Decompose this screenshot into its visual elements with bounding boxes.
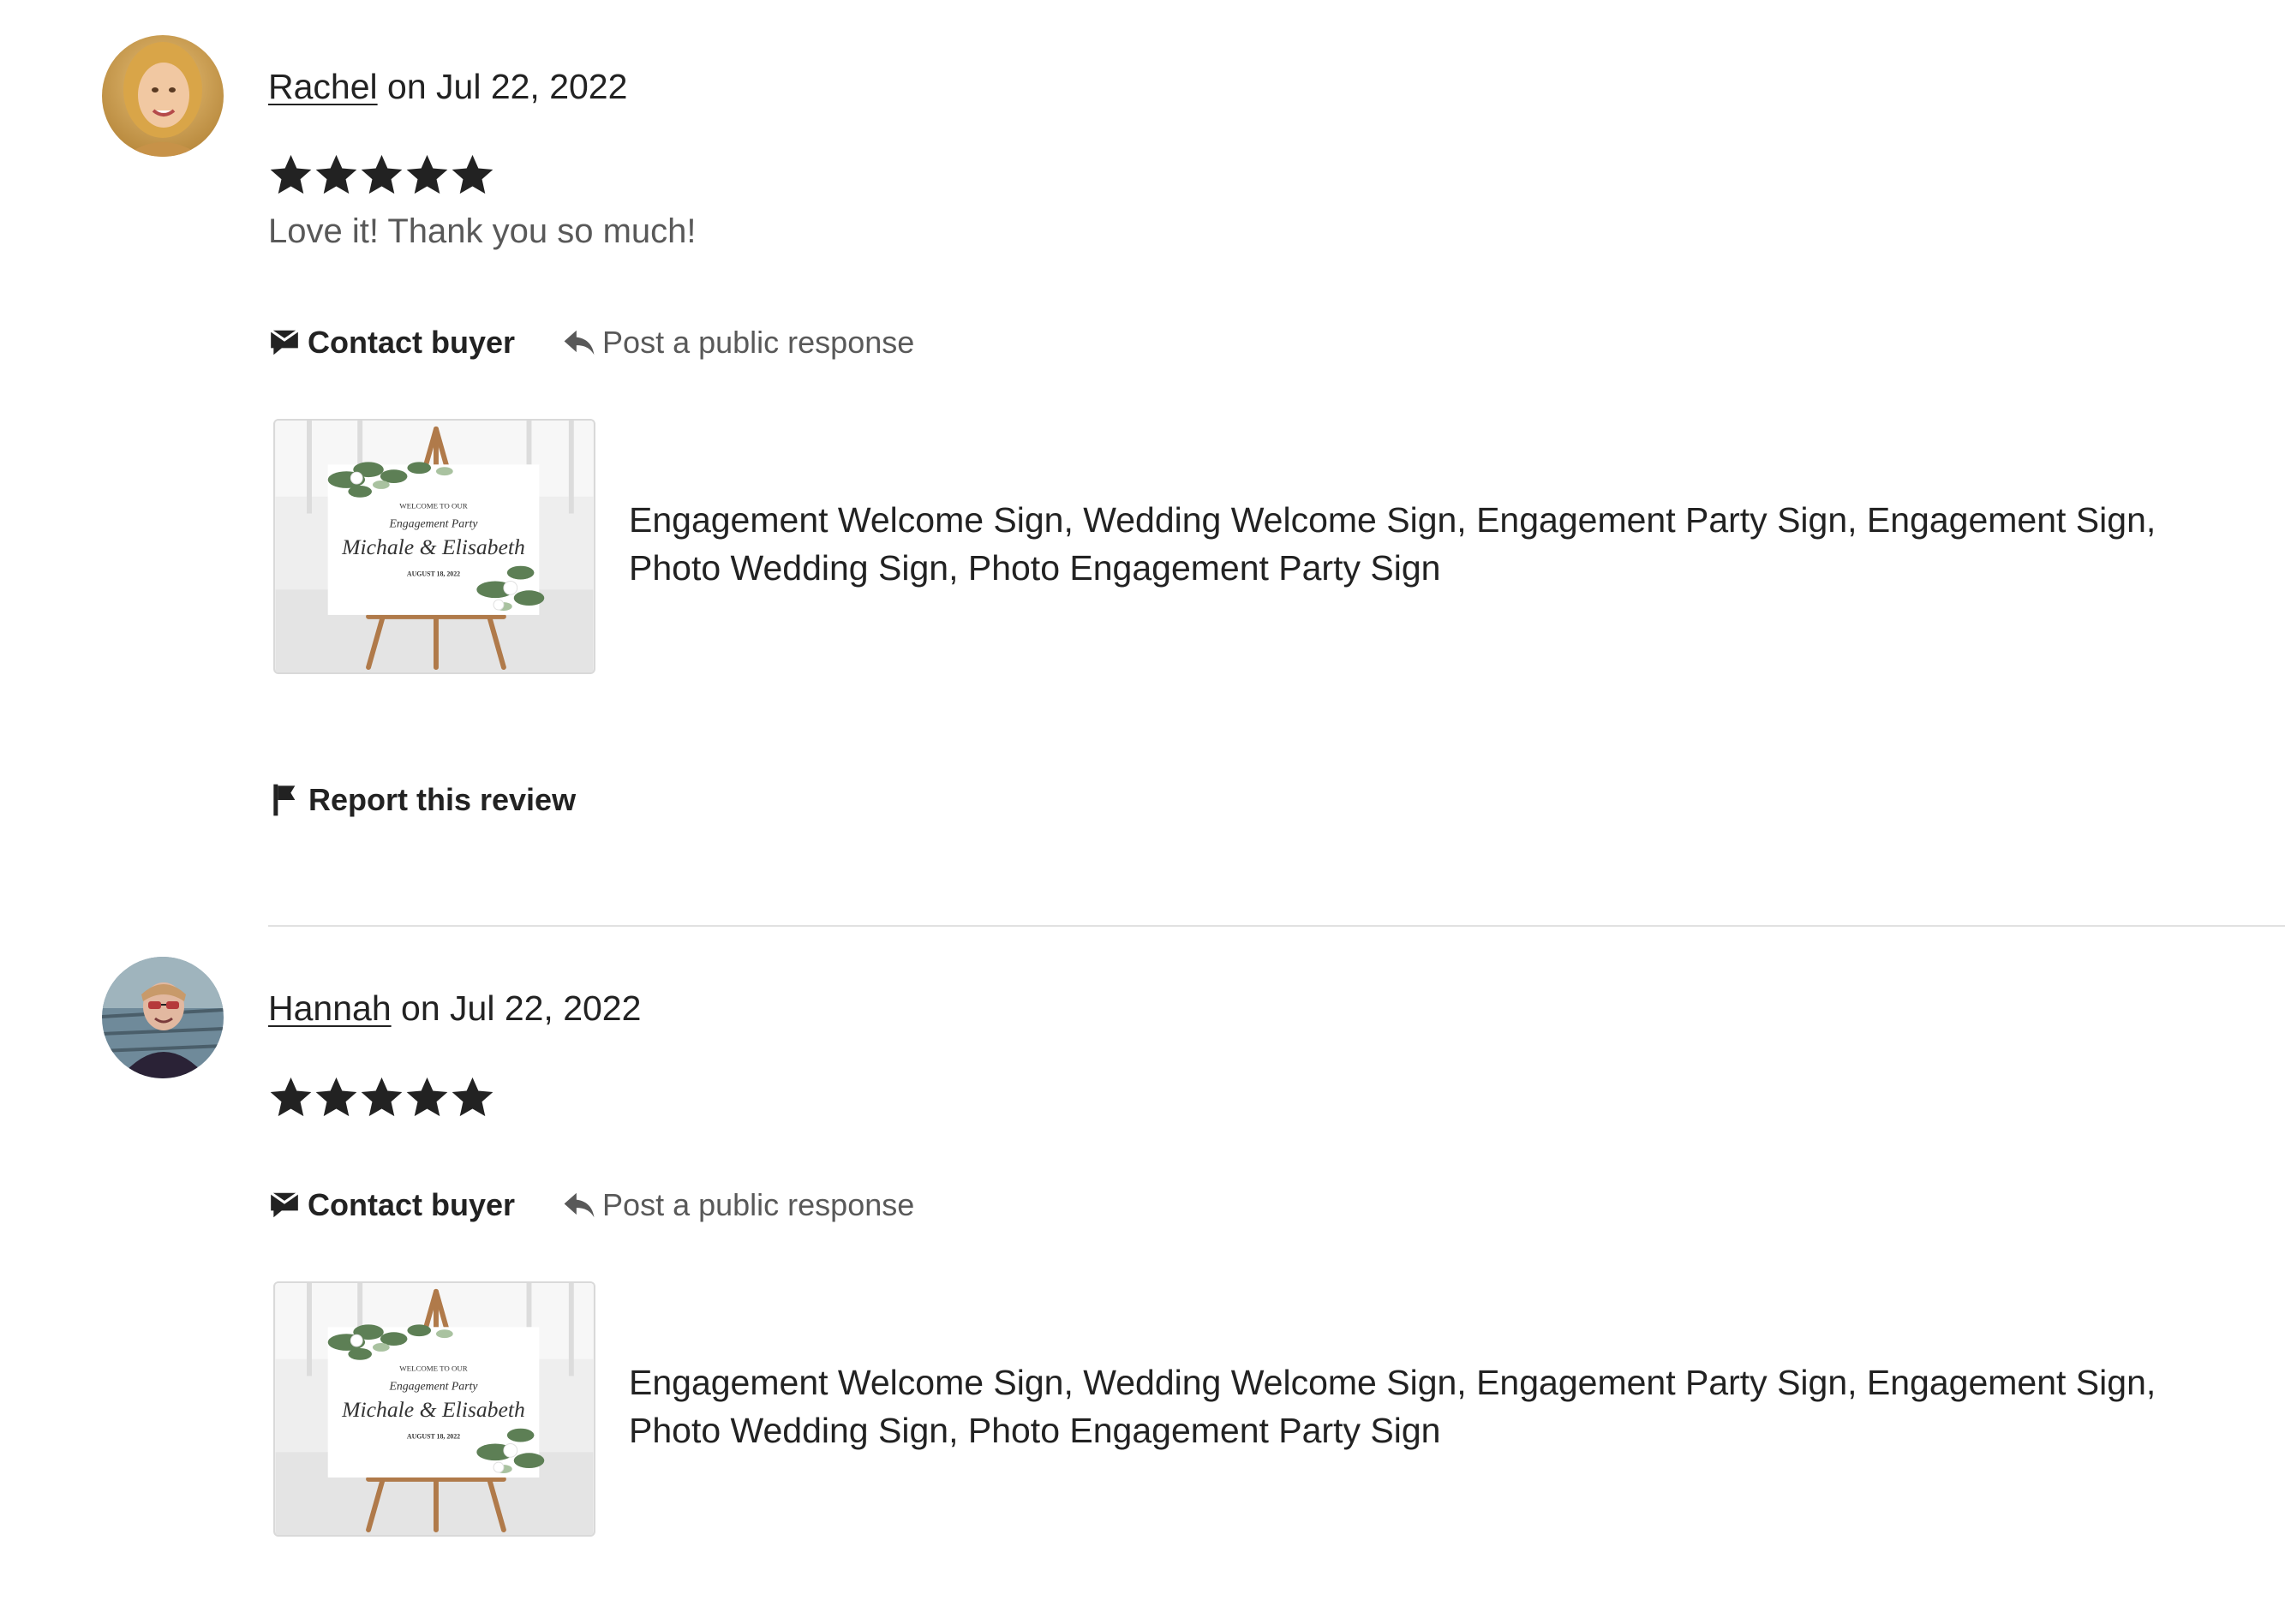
report-review-button[interactable]: Report this review — [271, 782, 576, 818]
listing-item: WELCOME TO OUR Engagement Party Michale … — [273, 419, 2244, 676]
star-icon — [406, 1077, 448, 1117]
thumb-line2: Engagement Party — [388, 1379, 478, 1392]
star-icon — [270, 1077, 312, 1117]
thumb-names: Michale & Elisabeth — [341, 534, 525, 559]
thumb-date: AUGUST 18, 2022 — [407, 1433, 460, 1441]
reply-arrow-icon — [564, 330, 595, 355]
listing-thumbnail[interactable]: WELCOME TO OUR Engagement Party Michale … — [273, 1281, 595, 1537]
star-icon — [406, 154, 448, 194]
review-actions: Contact buyer Post a public response — [268, 1185, 914, 1226]
star-icon — [270, 154, 312, 194]
flag-icon — [273, 784, 296, 816]
reviewer-avatar[interactable] — [102, 35, 224, 157]
thumb-date: AUGUST 18, 2022 — [407, 570, 460, 578]
reply-arrow-icon — [564, 1192, 595, 1218]
star-icon — [361, 1077, 403, 1117]
reviewer-name-link[interactable]: Rachel — [268, 67, 378, 106]
star-icon — [315, 1077, 357, 1117]
thumb-line1: WELCOME TO OUR — [399, 1364, 467, 1373]
review-header: Hannah on Jul 22, 2022 — [268, 987, 641, 1030]
review-actions: Contact buyer Post a public response — [268, 322, 914, 363]
listing-title-link[interactable]: Engagement Welcome Sign, Wedding Welcome… — [629, 1358, 2188, 1454]
contact-buyer-label: Contact buyer — [308, 1187, 516, 1222]
reviewer-name-link[interactable]: Hannah — [268, 988, 392, 1028]
star-rating — [268, 1073, 495, 1126]
review-date: on Jul 22, 2022 — [377, 67, 628, 106]
listing-thumbnail[interactable]: WELCOME TO OUR Engagement Party Michale … — [273, 419, 595, 674]
review-text: Love it! Thank you so much! — [268, 212, 697, 250]
reviewer-avatar[interactable] — [102, 957, 224, 1078]
star-icon — [315, 154, 357, 194]
message-icon — [270, 329, 299, 355]
contact-buyer-label: Contact buyer — [308, 325, 516, 360]
post-public-response-button[interactable]: Post a public response — [563, 325, 914, 361]
thumb-line1: WELCOME TO OUR — [399, 502, 467, 510]
contact-buyer-button[interactable]: Contact buyer — [268, 1187, 515, 1223]
message-icon — [270, 1191, 299, 1218]
review-divider — [268, 925, 2285, 927]
contact-buyer-button[interactable]: Contact buyer — [268, 325, 515, 361]
star-icon — [361, 154, 403, 194]
listing-title-link[interactable]: Engagement Welcome Sign, Wedding Welcome… — [629, 496, 2188, 592]
star-icon — [452, 154, 493, 194]
post-public-response-label: Post a public response — [602, 325, 915, 360]
thumb-names: Michale & Elisabeth — [341, 1397, 525, 1422]
post-public-response-button[interactable]: Post a public response — [563, 1187, 914, 1223]
review-date: on Jul 22, 2022 — [391, 988, 642, 1028]
star-icon — [452, 1077, 493, 1117]
report-review-label: Report this review — [308, 782, 577, 817]
thumb-line2: Engagement Party — [388, 516, 478, 529]
review-header: Rachel on Jul 22, 2022 — [268, 65, 627, 108]
listing-item: WELCOME TO OUR Engagement Party Michale … — [273, 1281, 2244, 1538]
star-rating — [268, 151, 495, 204]
post-public-response-label: Post a public response — [602, 1187, 915, 1222]
